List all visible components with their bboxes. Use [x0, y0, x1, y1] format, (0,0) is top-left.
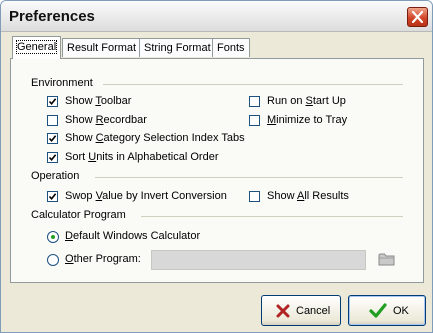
general-tab-panel: Environment Show Toolbar Show Recordbar … [10, 58, 424, 283]
minimize-to-tray-checkbox[interactable] [249, 115, 260, 126]
tab-general[interactable]: General [12, 36, 62, 59]
show-all-results-label: Show All Results [267, 190, 349, 202]
calculator-program-heading: Calculator Program [31, 209, 126, 221]
preferences-dialog: Preferences General Result Format String… [0, 0, 433, 333]
show-recordbar-checkbox[interactable] [47, 115, 58, 126]
calculator-program-divider [141, 216, 403, 217]
ok-label: OK [393, 305, 409, 317]
show-recordbar-label: Show Recordbar [65, 114, 147, 126]
operation-divider [95, 177, 403, 178]
tab-fonts[interactable]: Fonts [212, 38, 250, 57]
minimize-to-tray-label: Minimize to Tray [267, 114, 348, 126]
radio-selected-dot [51, 235, 55, 239]
show-category-tabs-label: Show Category Selection Index Tabs [65, 132, 245, 144]
environment-divider [103, 84, 403, 85]
run-on-startup-checkbox[interactable] [249, 96, 260, 107]
close-icon [412, 11, 423, 23]
show-toolbar-checkbox[interactable] [47, 96, 58, 107]
default-calculator-label: Default Windows Calculator [65, 230, 201, 242]
window-title: Preferences [9, 8, 95, 25]
default-calculator-radio[interactable] [47, 231, 59, 243]
check-icon [48, 135, 57, 143]
swop-value-checkbox[interactable] [47, 191, 58, 202]
other-program-label: Other Program: [65, 253, 141, 265]
sort-units-label: Sort Units in Alphabetical Order [65, 151, 219, 163]
close-button[interactable] [407, 7, 428, 27]
environment-heading: Environment [31, 77, 93, 89]
swop-value-label: Swop Value by Invert Conversion [65, 190, 227, 202]
other-program-path-input[interactable] [151, 250, 366, 270]
tab-result-format[interactable]: Result Format [62, 38, 142, 57]
tab-string-format[interactable]: String Format [139, 38, 216, 57]
tab-result-format-label: Result Format [67, 42, 137, 54]
green-check-icon [369, 303, 387, 318]
cancel-button[interactable]: Cancel [261, 295, 341, 326]
ok-button[interactable]: OK [348, 295, 426, 326]
show-all-results-checkbox[interactable] [249, 191, 260, 202]
check-icon [48, 154, 57, 162]
operation-heading: Operation [31, 170, 80, 182]
cancel-label: Cancel [296, 305, 331, 317]
show-toolbar-label: Show Toolbar [65, 95, 132, 107]
check-icon [48, 98, 57, 106]
check-icon [48, 193, 57, 201]
run-on-startup-label: Run on Start Up [267, 95, 346, 107]
tab-general-label: General [15, 40, 58, 54]
tab-fonts-label: Fonts [217, 42, 245, 54]
show-category-tabs-checkbox[interactable] [47, 133, 58, 144]
tab-string-format-label: String Format [144, 42, 211, 54]
red-x-icon [276, 304, 290, 318]
sort-units-checkbox[interactable] [47, 152, 58, 163]
title-bar[interactable]: Preferences [1, 1, 432, 32]
folder-icon[interactable] [378, 252, 396, 267]
other-program-radio[interactable] [47, 254, 59, 266]
